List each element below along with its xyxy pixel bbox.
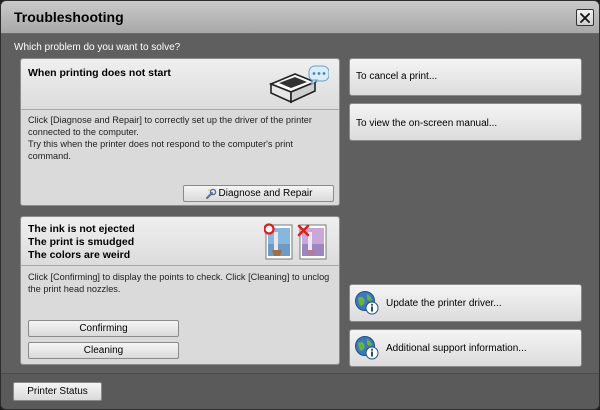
- panel-header: When printing does not start: [21, 59, 339, 110]
- diagnose-and-repair-button[interactable]: Diagnose and Repair: [183, 185, 334, 202]
- footer-bar: Printer Status: [1, 373, 599, 409]
- title-line: The colors are weird: [28, 249, 131, 261]
- print-quality-icon: [264, 223, 327, 260]
- printer-status-button[interactable]: Printer Status: [13, 382, 102, 401]
- panel-description: Click [Confirming] to display the points…: [28, 271, 338, 295]
- confirming-label: Confirming: [79, 323, 128, 334]
- panel-title: The ink is not ejected The print is smud…: [28, 223, 135, 262]
- update-driver-button[interactable]: Update the printer driver...: [349, 284, 582, 322]
- desc-line: Try this when the printer does not respo…: [28, 139, 293, 149]
- printing-not-start-panel: When printing does not start Click [Diag…: [20, 58, 340, 206]
- desc-line: the print head nozzles.: [28, 284, 121, 294]
- window-title: Troubleshooting: [14, 9, 124, 25]
- desc-line: Click [Confirming] to display the points…: [28, 272, 330, 282]
- globe-info-icon: [355, 336, 379, 360]
- view-manual-label: To view the on-screen manual...: [356, 118, 498, 129]
- close-icon: [580, 12, 590, 23]
- ink-problem-panel: The ink is not ejected The print is smud…: [20, 216, 340, 365]
- globe-info-icon: [355, 291, 379, 315]
- printer-status-label: Printer Status: [27, 386, 88, 397]
- view-manual-button[interactable]: To view the on-screen manual...: [349, 103, 582, 141]
- troubleshooting-window: Troubleshooting Which problem do you wan…: [0, 0, 600, 410]
- cleaning-label: Cleaning: [83, 345, 124, 356]
- confirming-button[interactable]: Confirming: [28, 320, 179, 337]
- panel-header: The ink is not ejected The print is smud…: [21, 217, 339, 266]
- update-driver-label: Update the printer driver...: [386, 298, 502, 309]
- desc-line: connected to the computer.: [28, 127, 139, 137]
- close-button[interactable]: [576, 9, 594, 26]
- support-info-button[interactable]: Additional support information...: [349, 329, 582, 367]
- wrench-icon: [205, 188, 216, 199]
- panel-description: Click [Diagnose and Repair] to correctly…: [28, 114, 338, 162]
- title-line: The ink is not ejected: [28, 223, 135, 235]
- cancel-print-label: To cancel a print...: [356, 71, 438, 82]
- title-line: The print is smudged: [28, 236, 135, 248]
- panel-title: When printing does not start: [28, 67, 171, 79]
- desc-line: Click [Diagnose and Repair] to correctly…: [28, 115, 312, 125]
- printer-icon: [268, 65, 329, 104]
- support-info-label: Additional support information...: [386, 343, 527, 354]
- diagnose-label: Diagnose and Repair: [218, 188, 313, 199]
- title-bar: Troubleshooting: [1, 1, 599, 34]
- cancel-print-button[interactable]: To cancel a print...: [349, 58, 582, 96]
- question-label: Which problem do you want to solve?: [14, 42, 181, 53]
- desc-line: command.: [28, 151, 71, 161]
- cleaning-button[interactable]: Cleaning: [28, 342, 179, 359]
